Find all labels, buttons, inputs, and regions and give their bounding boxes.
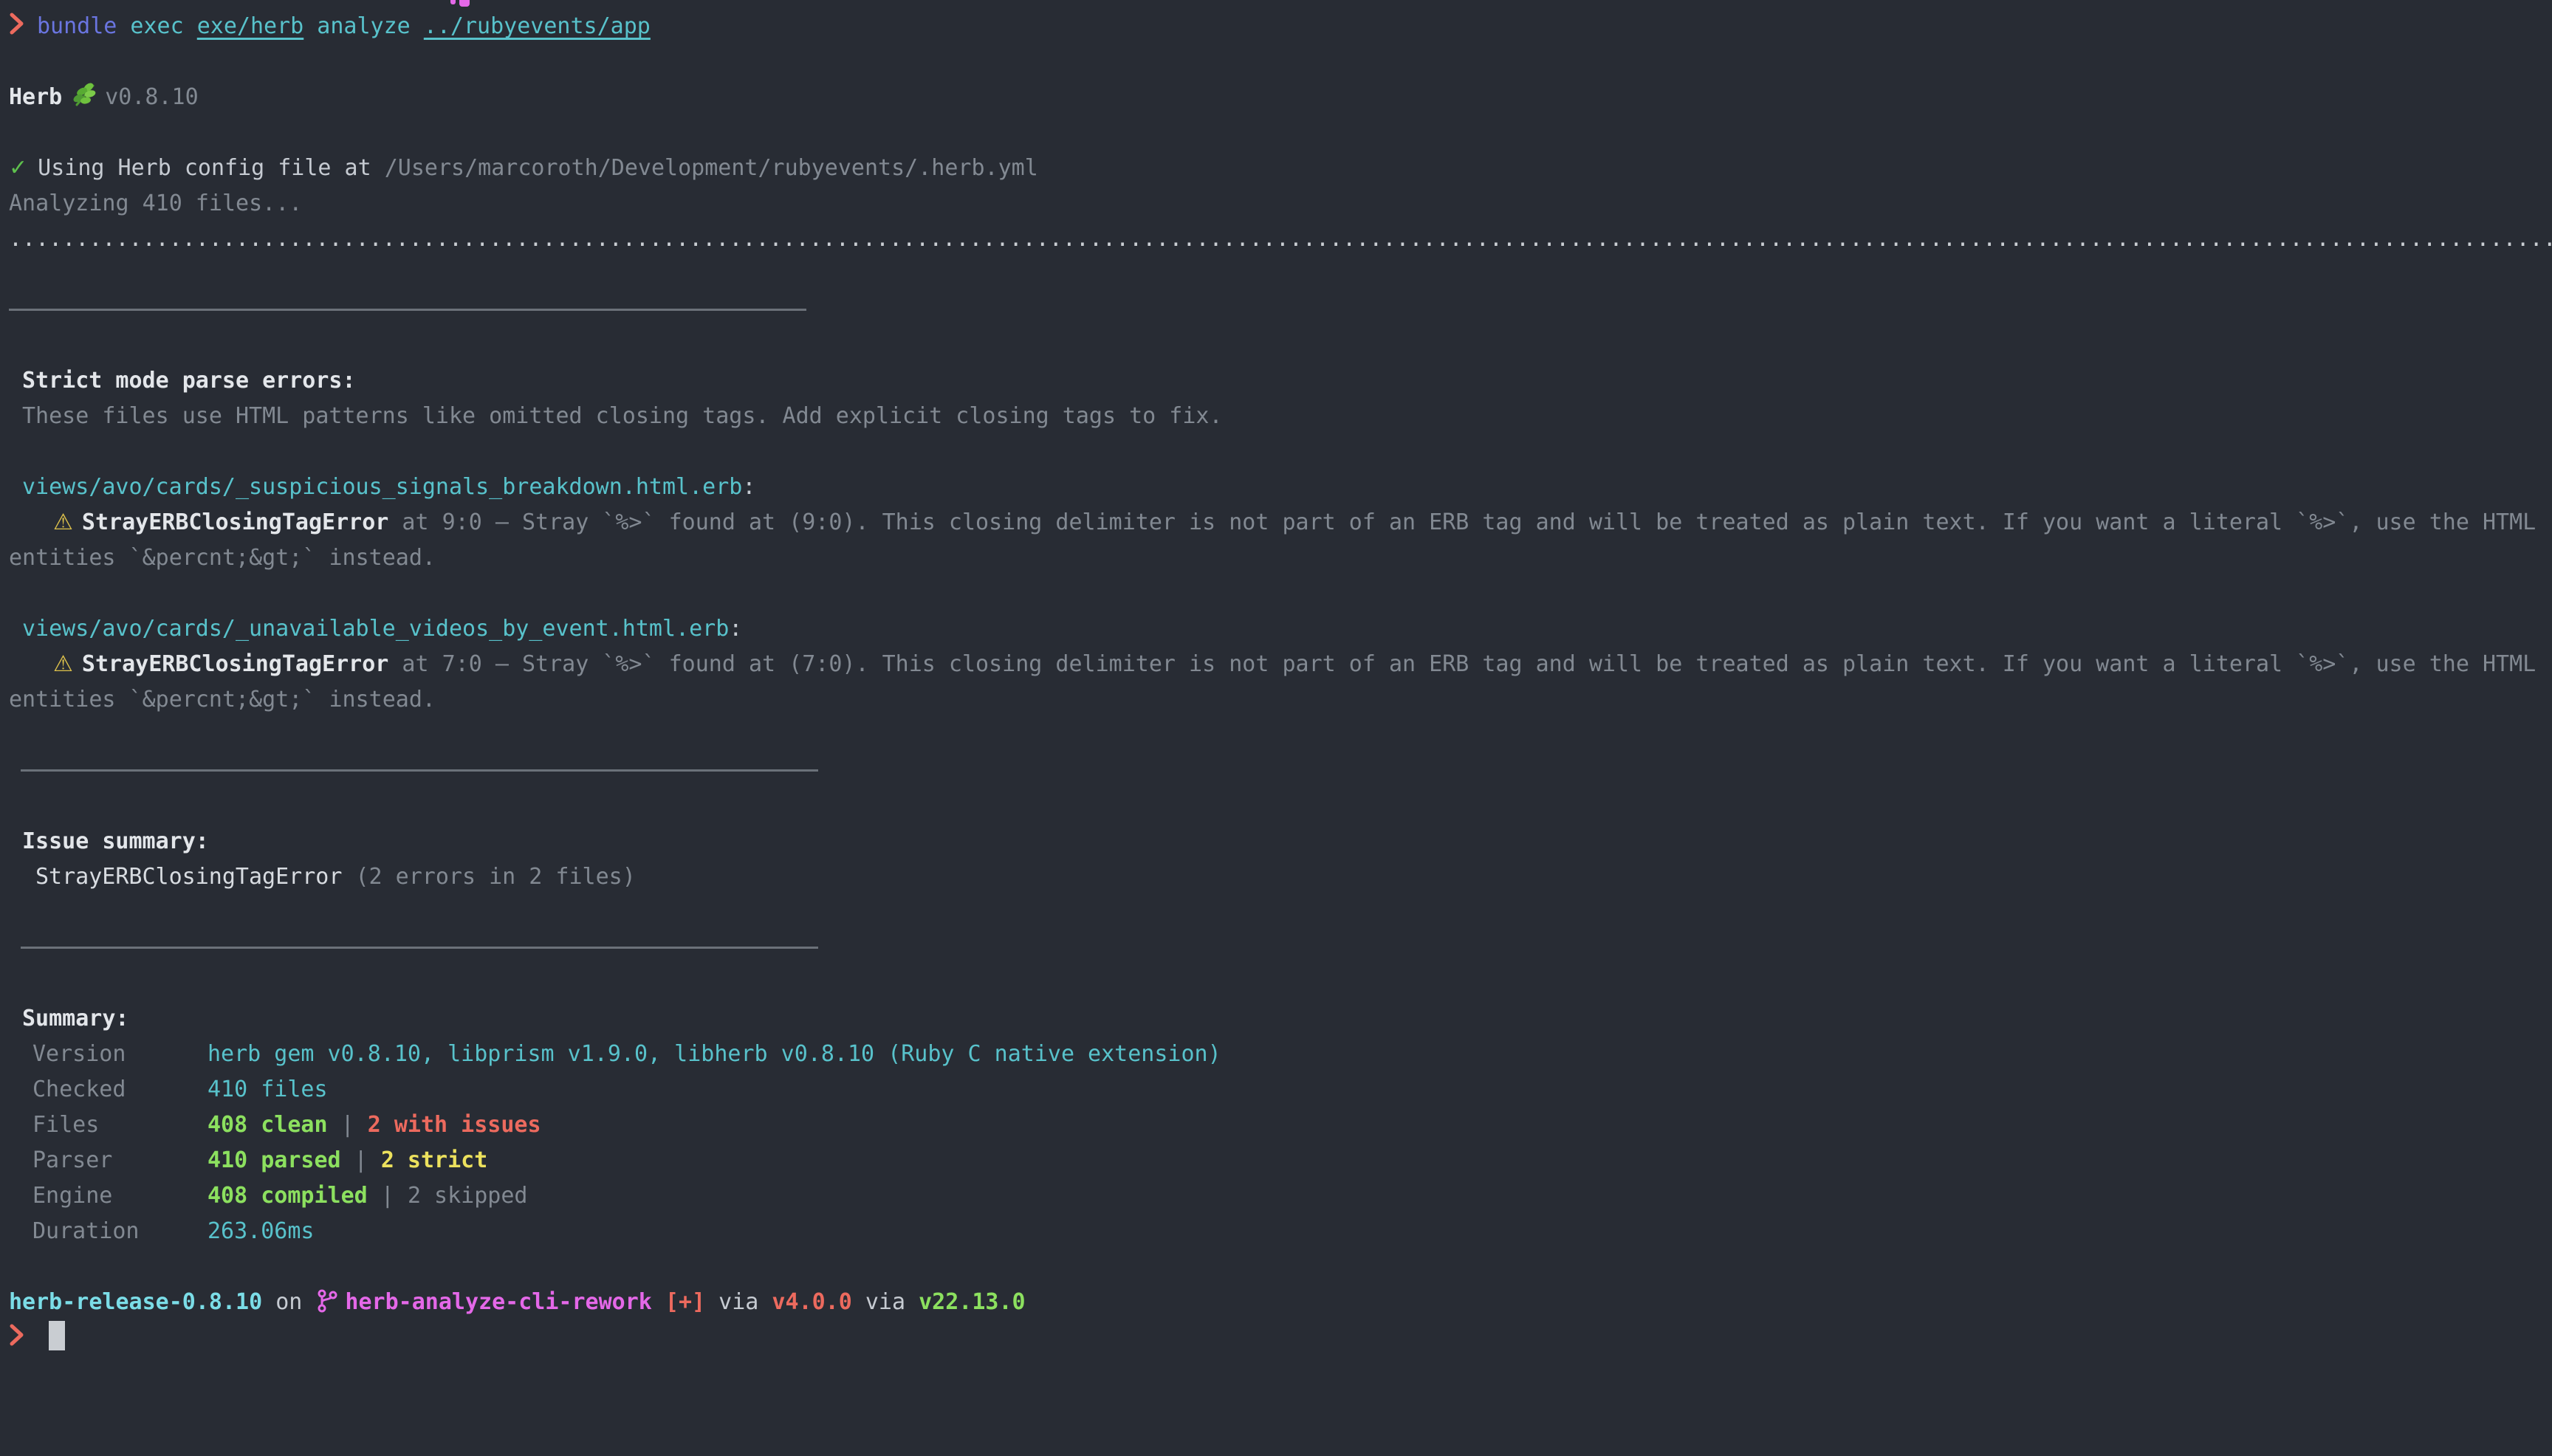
error-name: StrayERBClosingTagError: [82, 651, 388, 677]
error-message-line: ⚠ StrayERBClosingTagError at 7:0 – Stray …: [9, 647, 2552, 682]
error-file-path[interactable]: views/avo/cards/_suspicious_signals_brea…: [22, 474, 742, 500]
error-file-colon: :: [742, 474, 755, 500]
input-prompt-line[interactable]: [9, 1320, 2552, 1356]
status-ruby-version: v4.0.0: [772, 1289, 851, 1315]
summary-label: Checked: [9, 1072, 207, 1108]
status-on-word: on: [262, 1289, 315, 1315]
status-via-word: via: [705, 1289, 772, 1315]
summary-label: Parser: [9, 1143, 207, 1178]
status-node-version: v22.13.0: [919, 1289, 1026, 1315]
app-name: Herb: [9, 84, 62, 110]
summary-engine-compiled: 408 compiled: [207, 1183, 368, 1209]
config-path: /Users/marcoroth/Development/rubyevents/…: [385, 155, 1038, 181]
command-action: analyze: [303, 13, 424, 39]
section-divider: [9, 292, 2552, 328]
summary-label: Version: [9, 1037, 207, 1072]
issue-summary-count: (2 errors in 2 files): [342, 864, 635, 890]
status-git-status: [+]: [652, 1289, 705, 1315]
summary-separator: |: [368, 1183, 408, 1209]
version-text: v0.8.10: [105, 84, 198, 110]
error-file-colon: :: [729, 616, 742, 642]
summary-engine-skipped: 2 skipped: [408, 1183, 528, 1209]
error-message: at 7:0 – Stray `%>` found at (7:0). This…: [388, 651, 2536, 677]
summary-row-files: Files408 clean | 2 with issues: [9, 1108, 2552, 1143]
summary-row-parser: Parser410 parsed | 2 strict: [9, 1143, 2552, 1178]
herb-header: Herb v0.8.10: [9, 80, 2552, 115]
summary-value-version: herb gem v0.8.10, libprism v1.9.0, libhe…: [207, 1041, 1221, 1067]
status-directory: herb-release-0.8.10: [9, 1289, 262, 1315]
summary-row-engine: Engine408 compiled | 2 skipped: [9, 1178, 2552, 1214]
status-branch: herb-analyze-cli-rework: [345, 1289, 651, 1315]
status-line: herb-release-0.8.10 on herb-analyze-cli-…: [9, 1285, 2552, 1320]
summary-row-duration: Duration263.06ms: [9, 1214, 2552, 1249]
error-message: at 9:0 – Stray `%>` found at (9:0). This…: [388, 509, 2536, 535]
config-line: ✓ Using Herb config file at /Users/marcor…: [9, 151, 2552, 186]
strict-errors-description: These files use HTML patterns like omitt…: [9, 399, 2552, 434]
error-file-path[interactable]: views/avo/cards/_unavailable_videos_by_e…: [22, 616, 729, 642]
summary-label: Files: [9, 1108, 207, 1143]
error-name: StrayERBClosingTagError: [82, 509, 388, 535]
terminal-screen: bundle exec exe/herb analyze ../rubyeven…: [0, 0, 2552, 1356]
section-divider: [9, 753, 2552, 789]
command-subcommand: exec: [117, 13, 196, 39]
summary-row-checked: Checked410 files: [9, 1072, 2552, 1108]
issue-summary-title: Issue summary:: [9, 824, 2552, 859]
chevron-right-icon: [9, 1322, 25, 1358]
summary-files-issues: 2 with issues: [368, 1112, 541, 1138]
summary-label: Duration: [9, 1214, 207, 1249]
summary-row-version: Versionherb gem v0.8.10, libprism v1.9.0…: [9, 1037, 2552, 1072]
error-message-continuation: entities `&percnt;&gt;` instead.: [9, 540, 2552, 576]
error-file-line: views/avo/cards/_unavailable_videos_by_e…: [9, 611, 2552, 647]
summary-separator: |: [341, 1147, 381, 1173]
summary-parser-strict: 2 strict: [381, 1147, 488, 1173]
summary-separator: |: [328, 1112, 368, 1138]
summary-label: Engine: [9, 1178, 207, 1214]
command-target-path[interactable]: ../rubyevents/app: [424, 13, 651, 39]
command-prompt-line: bundle exec exe/herb analyze ../rubyeven…: [9, 9, 2552, 44]
section-divider: [9, 930, 2552, 966]
summary-parser-parsed: 410 parsed: [207, 1147, 341, 1173]
herb-leaf-icon: [69, 81, 97, 120]
config-text: Using Herb config file at: [38, 155, 385, 181]
summary-value-duration: 263.06ms: [207, 1218, 315, 1244]
git-branch-icon: [317, 1288, 337, 1325]
status-via-word: via: [852, 1289, 919, 1315]
summary-title: Summary:: [9, 1001, 2552, 1037]
issue-summary-error-name: StrayERBClosingTagError: [35, 864, 342, 890]
strict-errors-title: Strict mode parse errors:: [9, 363, 2552, 399]
chevron-right-icon: [9, 11, 25, 47]
warning-icon: ⚠: [53, 651, 73, 677]
summary-value-checked: 410 files: [207, 1076, 328, 1102]
warning-icon: ⚠: [53, 509, 73, 535]
issue-summary-row: StrayERBClosingTagError (2 errors in 2 f…: [9, 859, 2552, 895]
error-message-continuation: entities `&percnt;&gt;` instead.: [9, 682, 2552, 718]
analyzing-text: Analyzing 410 files...: [9, 186, 2552, 222]
progress-dots: ........................................…: [9, 222, 2552, 257]
check-icon: ✓: [9, 155, 27, 181]
error-message-line: ⚠ StrayERBClosingTagError at 9:0 – Stray …: [9, 505, 2552, 540]
terminal-cursor[interactable]: [49, 1321, 65, 1350]
error-file-line: views/avo/cards/_suspicious_signals_brea…: [9, 470, 2552, 505]
command-name: bundle: [37, 13, 117, 39]
command-executable-path[interactable]: exe/herb: [197, 13, 304, 39]
summary-files-clean: 408 clean: [207, 1112, 328, 1138]
